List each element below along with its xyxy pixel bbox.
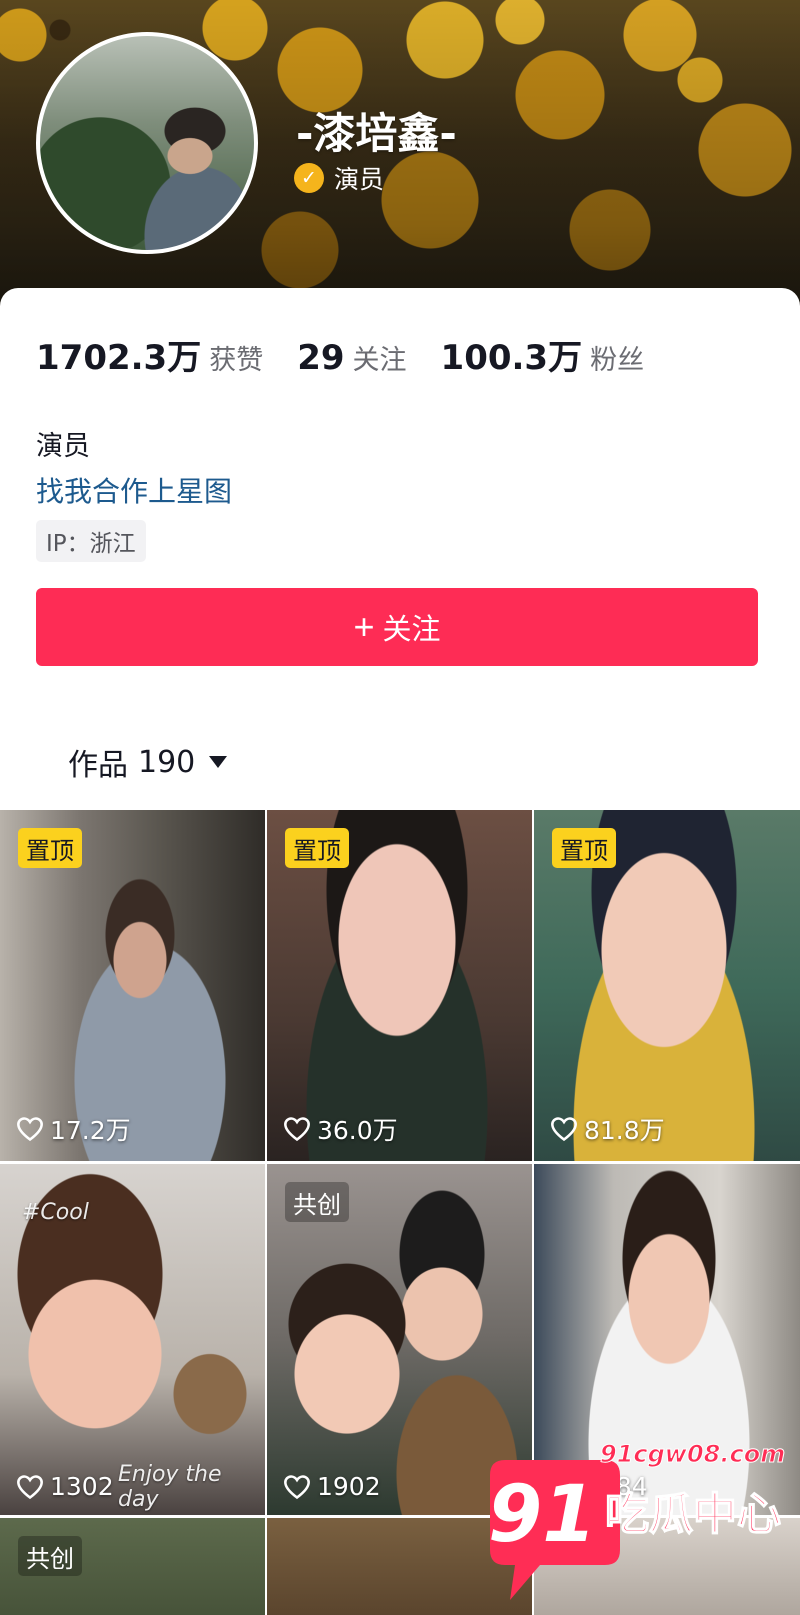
video-tile[interactable]: 置顶 81.8万	[534, 810, 800, 1161]
heart-icon	[551, 1117, 577, 1142]
pinned-badge: 置顶	[552, 828, 616, 868]
watermark-text: 吃瓜中心	[604, 1488, 782, 1541]
stat-followers-label: 粉丝	[590, 345, 645, 376]
video-tile[interactable]: 置顶 17.2万	[0, 810, 265, 1161]
heart-icon	[17, 1474, 43, 1499]
heart-icon	[284, 1474, 310, 1499]
follow-button[interactable]: + 关注	[36, 588, 758, 666]
video-likes-count: 17.2万	[50, 1116, 131, 1145]
verified-label: 演员	[334, 165, 385, 194]
profile-name: -漆培鑫-	[296, 109, 457, 158]
stats-row: 1702.3万 获赞 29 关注 100.3万 粉丝	[36, 330, 678, 379]
verified-check-icon: ✓	[294, 163, 324, 193]
stat-followers-value: 100.3万	[440, 338, 583, 378]
tab-works[interactable]: 作品 190	[68, 740, 228, 784]
bio-text: 演员	[36, 431, 90, 462]
stat-followers[interactable]: 100.3万 粉丝	[441, 330, 645, 379]
video-likes: 1902	[283, 1472, 381, 1501]
stat-likes-value: 1702.3万	[36, 338, 202, 378]
bio-link[interactable]: 找我合作上星图	[36, 470, 232, 510]
video-overlay-text: #Cool	[22, 1200, 89, 1225]
video-likes: 17.2万	[16, 1111, 131, 1147]
video-likes: 36.0万	[283, 1111, 398, 1147]
video-tile[interactable]: 置顶 36.0万	[267, 810, 532, 1161]
verification-row: ✓ 演员	[294, 160, 384, 196]
video-likes: 1302	[16, 1472, 114, 1501]
watermark-domain: 91cgw08.com	[599, 1440, 786, 1469]
watermark-number: 91	[488, 1470, 597, 1560]
avatar[interactable]	[36, 32, 258, 254]
tab-works-label: 作品	[68, 748, 128, 783]
stat-following-label: 关注	[352, 345, 407, 376]
collab-badge: 共创	[18, 1536, 82, 1576]
video-likes-count: 1302	[50, 1472, 114, 1501]
caret-down-icon	[209, 756, 228, 768]
follow-button-label: 关注	[382, 614, 441, 646]
video-likes: 81.8万	[550, 1111, 665, 1147]
profile-card: 1702.3万 获赞 29 关注 100.3万 粉丝 演员 找我合作上星图 IP…	[0, 288, 800, 808]
ip-location-tag: IP：浙江	[36, 520, 146, 562]
tab-works-count: 190	[138, 744, 196, 780]
video-tile[interactable]: 共创	[0, 1518, 265, 1615]
stat-following-value: 29	[297, 338, 345, 378]
heart-icon	[284, 1117, 310, 1142]
stat-likes-label: 获赞	[209, 345, 264, 376]
video-tile[interactable]: #Cool Enjoy the day 1302	[0, 1164, 265, 1515]
heart-icon	[17, 1117, 43, 1142]
video-likes-count: 1902	[317, 1472, 381, 1501]
plus-icon: +	[353, 606, 375, 647]
stat-following[interactable]: 29 关注	[297, 338, 406, 378]
stat-likes: 1702.3万 获赞	[36, 330, 263, 379]
pinned-badge: 置顶	[285, 828, 349, 868]
video-likes-count: 36.0万	[317, 1116, 398, 1145]
video-likes-count: 81.8万	[584, 1116, 665, 1145]
pinned-badge: 置顶	[18, 828, 82, 868]
video-overlay-text: Enjoy the day	[118, 1462, 222, 1512]
collab-badge: 共创	[285, 1182, 349, 1222]
